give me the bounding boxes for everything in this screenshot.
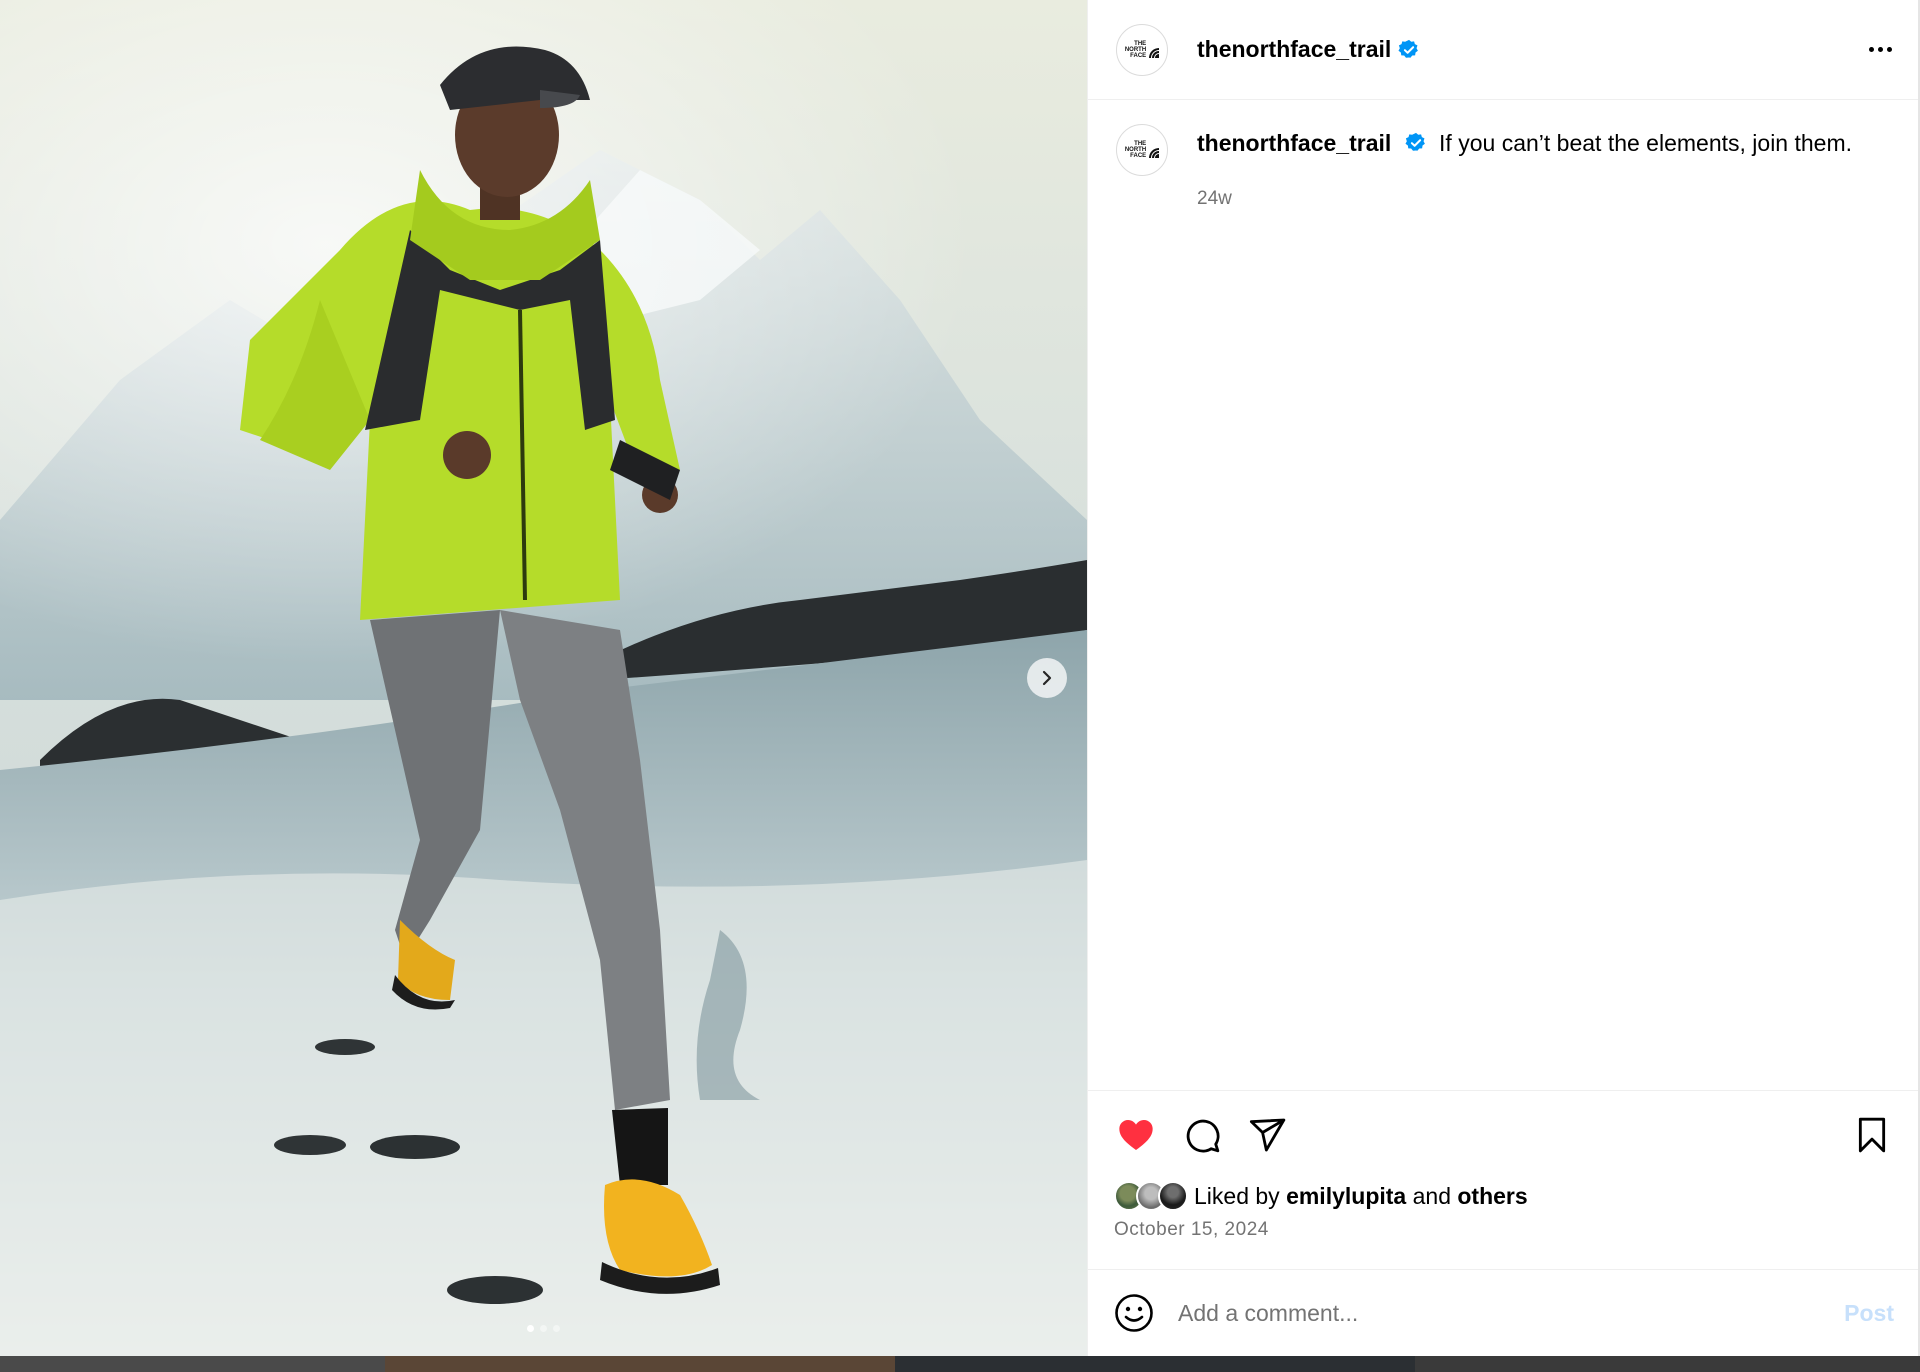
caption-username[interactable]: thenorthface_trail (1197, 130, 1391, 156)
post-modal: THE NORTH FACE thenorthface_trail THE NO… (0, 0, 1920, 1356)
carousel-next-button[interactable] (1027, 658, 1067, 698)
liked-by-others-link[interactable]: others (1457, 1183, 1527, 1210)
carousel-dot (527, 1325, 534, 1332)
add-comment-bar: Post (1088, 1269, 1920, 1356)
comment-button[interactable] (1180, 1113, 1224, 1157)
caption-avatar[interactable]: THE NORTH FACE (1116, 124, 1168, 176)
comment-input[interactable] (1178, 1299, 1845, 1327)
heart-icon (1119, 1120, 1153, 1150)
caption-body: If you can’t beat the elements, join the… (1439, 130, 1853, 156)
liked-by-and: and (1412, 1182, 1451, 1209)
post-actions: Liked by emilylupita and others October … (1088, 1090, 1920, 1269)
post-date[interactable]: October 15, 2024 (1114, 1219, 1894, 1241)
brand-logo: THE NORTH FACE (1124, 141, 1160, 159)
save-button[interactable] (1850, 1113, 1894, 1157)
comment-icon (1186, 1119, 1220, 1153)
carousel-dot (540, 1325, 547, 1332)
feed-tile (385, 1356, 895, 1372)
brand-logo: THE NORTH FACE (1124, 40, 1160, 59)
post-photo (0, 0, 1087, 1356)
header-username[interactable]: thenorthface_trail (1197, 36, 1391, 63)
caption-text: thenorthface_trail If you can’t beat the… (1197, 128, 1852, 158)
feed-tile (0, 1356, 385, 1372)
carousel-indicator (0, 1325, 1087, 1332)
liker-avatars[interactable] (1114, 1181, 1188, 1211)
liked-by-prefix: Liked by (1194, 1182, 1280, 1209)
like-button[interactable] (1114, 1113, 1158, 1157)
half-dome-icon (1149, 47, 1160, 58)
comments-area: THE NORTH FACE thenorthface_trail If you… (1088, 100, 1920, 1090)
feed-tile (895, 1356, 1415, 1372)
more-dot (1878, 47, 1883, 52)
smiley-icon[interactable] (1114, 1293, 1154, 1333)
more-dot (1887, 47, 1892, 52)
brand-logo-text: THE NORTH FACE (1124, 40, 1147, 59)
background-feed-strip (0, 1356, 1920, 1372)
post-side-panel: THE NORTH FACE thenorthface_trail THE NO… (1087, 0, 1920, 1356)
chevron-right-icon (1042, 670, 1052, 686)
more-options-button[interactable] (1861, 39, 1900, 60)
verified-badge-icon (1405, 132, 1425, 151)
caption-timestamp[interactable]: 24w (1197, 188, 1892, 210)
more-options-icon (1869, 47, 1874, 52)
liker-avatar (1158, 1181, 1188, 1211)
liked-by-user-link[interactable]: emilylupita (1286, 1183, 1406, 1210)
share-button[interactable] (1246, 1113, 1290, 1157)
action-bar (1114, 1113, 1894, 1157)
bookmark-icon (1858, 1117, 1886, 1153)
feed-tile (1415, 1356, 1920, 1372)
post-header: THE NORTH FACE thenorthface_trail (1088, 0, 1920, 100)
carousel-dot (553, 1325, 560, 1332)
post-comment-button[interactable]: Post (1844, 1300, 1894, 1327)
paper-plane-icon (1249, 1118, 1286, 1152)
post-media[interactable] (0, 0, 1087, 1356)
half-dome-icon (1149, 148, 1160, 158)
profile-avatar[interactable]: THE NORTH FACE (1116, 23, 1168, 76)
brand-logo-text: THE NORTH FACE (1124, 141, 1147, 159)
verified-badge-icon (1398, 39, 1419, 58)
likes-summary: Liked by emilylupita and others (1114, 1181, 1894, 1211)
caption: THE NORTH FACE thenorthface_trail If you… (1116, 124, 1892, 176)
